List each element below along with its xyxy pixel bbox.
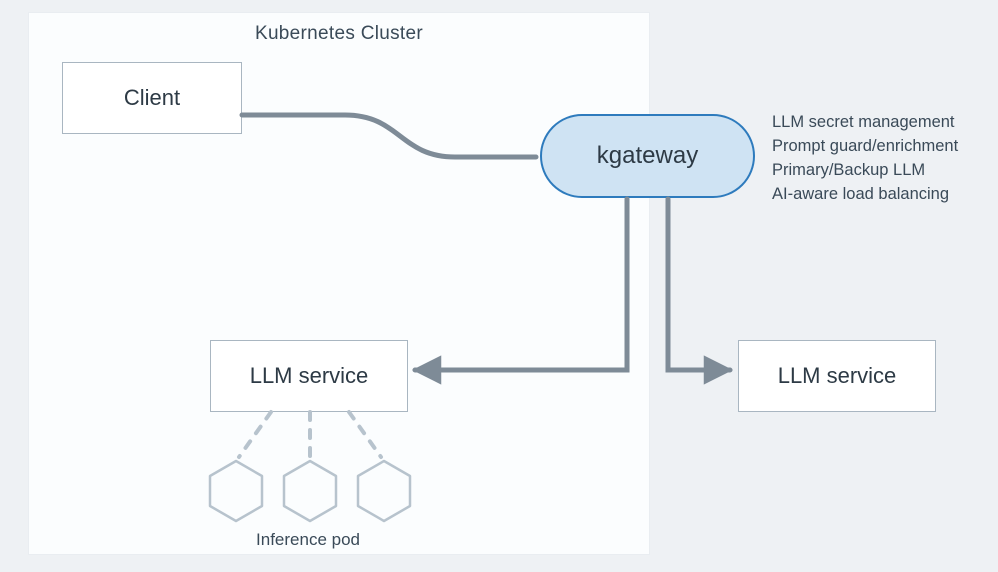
diagram-canvas: Kubernetes Cluster Client kgateway LLM s… xyxy=(0,0,998,572)
inference-pod-label: Inference pod xyxy=(210,530,406,550)
llm-service-internal-box: LLM service xyxy=(210,340,408,412)
feature-item: Primary/Backup LLM xyxy=(772,159,958,183)
connector-gateway-to-llm2 xyxy=(668,199,730,370)
client-label: Client xyxy=(124,85,180,111)
kgateway-node: kgateway xyxy=(540,114,755,198)
llm-service-label: LLM service xyxy=(250,363,369,389)
client-box: Client xyxy=(62,62,242,134)
llm-service-external-box: LLM service xyxy=(738,340,936,412)
cluster-title: Kubernetes Cluster xyxy=(29,23,649,45)
feature-item: Prompt guard/enrichment xyxy=(772,135,958,159)
kgateway-label: kgateway xyxy=(597,142,698,170)
feature-item: AI-aware load balancing xyxy=(772,183,958,207)
gateway-features-list: LLM secret management Prompt guard/enric… xyxy=(772,111,958,207)
llm-service-label: LLM service xyxy=(778,363,897,389)
feature-item: LLM secret management xyxy=(772,111,958,135)
